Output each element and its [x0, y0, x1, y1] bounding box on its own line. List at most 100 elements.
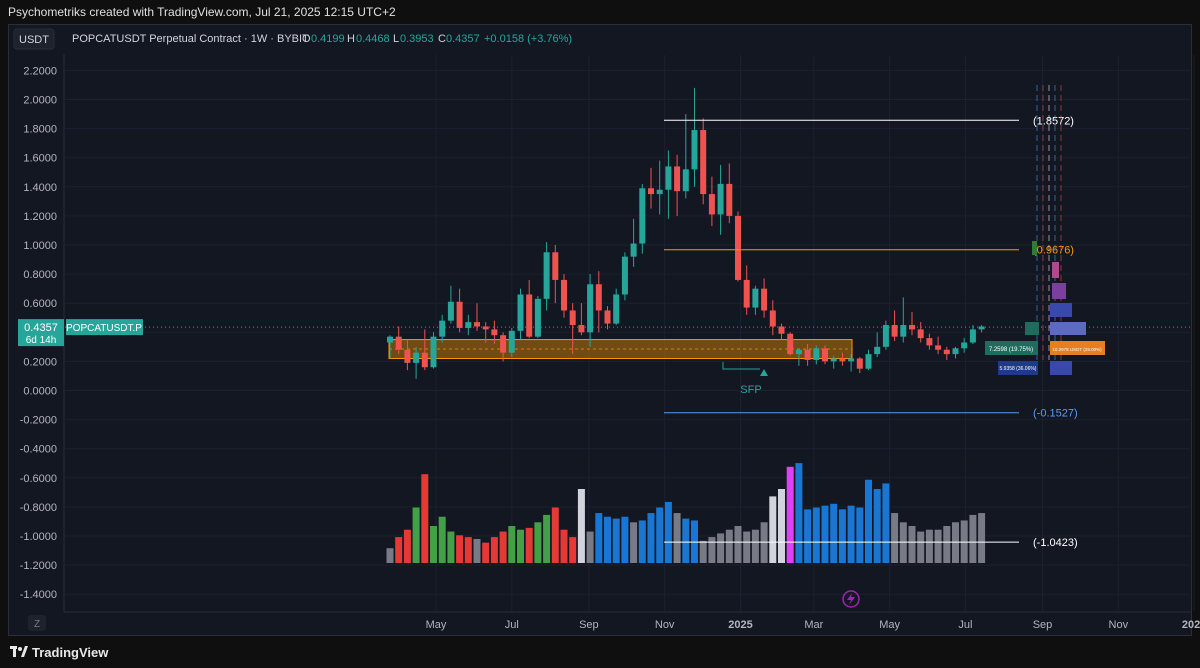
candle-body [430, 336, 437, 368]
projection-box [1050, 322, 1086, 335]
volume-bar [499, 531, 507, 563]
y-tick-label: 0.6000 [23, 298, 57, 310]
candle-body [917, 329, 924, 339]
candle-body [561, 279, 567, 311]
candle-body [508, 330, 515, 353]
y-tick-label: 0.0000 [23, 386, 57, 398]
volume-bar [699, 540, 707, 563]
y-tick-label: 1.6000 [23, 153, 57, 165]
level-label: (1.8572) [1033, 115, 1074, 127]
y-tick-label: -0.4000 [20, 444, 57, 456]
candle-body [891, 325, 898, 337]
volume-bar [786, 466, 794, 563]
ohlc-o-label: O [302, 33, 311, 45]
candle-body [787, 333, 794, 355]
candle-body [969, 329, 976, 343]
candle-body [447, 301, 454, 321]
y-tick-label: -0.8000 [20, 502, 57, 514]
support-zone [388, 339, 853, 359]
candle-body [630, 243, 637, 257]
ohlc-c-value: 0.4357 [446, 33, 480, 45]
candle-body [569, 310, 576, 326]
candles [387, 87, 985, 379]
volume-bar [386, 548, 394, 563]
volume-bar [934, 529, 942, 563]
candle-body [439, 320, 446, 337]
x-tick-label: Mar [804, 619, 823, 631]
level-label: (-0.1527) [1033, 408, 1078, 420]
candle-body [752, 288, 759, 308]
volume-bar [873, 489, 881, 563]
volume-bar [664, 501, 672, 563]
volume-bar [560, 529, 568, 563]
candle-body [856, 358, 863, 369]
level-label: (0.9676) [1033, 245, 1074, 257]
candle-body [726, 183, 733, 216]
ohlc-l-label: L [393, 33, 399, 45]
volume-bar [778, 489, 785, 563]
volume-bar [595, 513, 603, 563]
scale-button-label: Z [34, 619, 40, 630]
volume-bar [630, 522, 638, 563]
symbol-title: POPCATUSDT Perpetual Contract · 1W · BYB… [72, 33, 309, 45]
candle-body [665, 166, 672, 190]
volume-bar [551, 507, 559, 563]
projection-box [1052, 262, 1059, 278]
volume-bar [403, 529, 411, 563]
candle-body [761, 288, 768, 311]
loss-label: 5.9358 (36.06%) [1000, 366, 1037, 372]
candle-body [421, 352, 428, 368]
ohlc-o-value: 0.4199 [311, 33, 345, 45]
x-tick-label: Sep [579, 619, 599, 631]
candle-body [456, 301, 463, 328]
volume-bar [943, 526, 951, 563]
candle-body [500, 335, 507, 353]
volume-bar [586, 531, 594, 563]
candle-body [621, 256, 628, 295]
sfp-bracket [722, 362, 760, 370]
volume-bar [430, 526, 437, 563]
candle-body [926, 338, 933, 346]
volume-bar [751, 529, 759, 563]
candle-body [961, 342, 968, 349]
volume-bar [534, 522, 542, 563]
volume-bar [456, 535, 464, 563]
candle-body [682, 169, 689, 192]
lightning-glyph [847, 593, 855, 605]
price-tag-countdown: 6d 14h [26, 335, 57, 346]
candle-body [474, 322, 480, 327]
ohlc-l-value: 0.3953 [400, 33, 434, 45]
candle-body [952, 348, 959, 355]
candle-body [517, 294, 524, 331]
candle-body [491, 329, 498, 336]
volume-bar [412, 507, 420, 563]
ohlc-change: +0.0158 (+3.76%) [484, 33, 572, 45]
y-tick-label: 1.0000 [23, 240, 57, 252]
volume-bar [638, 520, 646, 563]
candle-body [822, 348, 828, 362]
candle-body [526, 294, 533, 337]
x-tick-label: 2025 [728, 619, 752, 631]
volume-bar [925, 529, 933, 563]
volume-bar [908, 526, 916, 563]
volume-bar [708, 537, 716, 563]
volume-bar [795, 463, 803, 563]
candle-body [743, 279, 750, 308]
sfp-label: SFP [740, 384, 761, 396]
candle-body [552, 252, 559, 280]
x-tick-label: Nov [655, 619, 675, 631]
volume-bar [804, 509, 812, 563]
candle-body [413, 352, 420, 363]
candle-body [839, 358, 846, 362]
y-tick-label: -0.6000 [20, 473, 57, 485]
y-tick-label: 1.2000 [23, 211, 57, 223]
y-tick-label: -1.4000 [20, 589, 57, 601]
projection-box [1025, 322, 1039, 335]
volume-bar [856, 507, 864, 563]
volume-bar [717, 533, 725, 563]
volume-bar [882, 483, 890, 563]
volume-bar [421, 474, 429, 563]
volume-bar [969, 514, 977, 563]
price-chart[interactable]: USDT POPCATUSDT Perpetual Contract · 1W … [0, 0, 1200, 668]
candle-body [534, 298, 541, 337]
